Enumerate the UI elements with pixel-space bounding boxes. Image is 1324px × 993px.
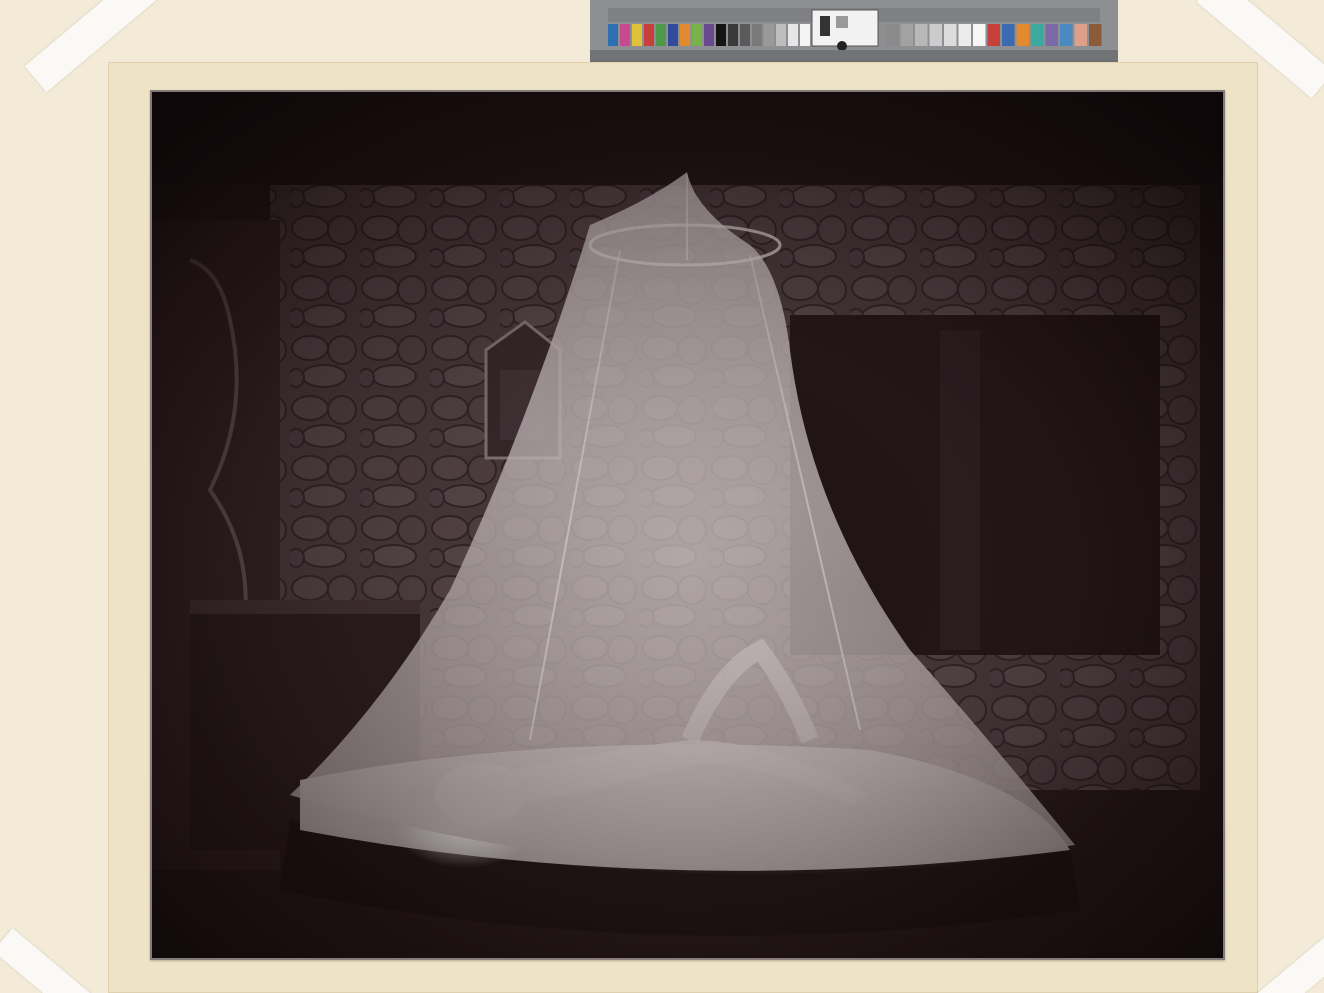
color-swatch <box>1060 24 1073 46</box>
color-swatch <box>973 24 986 46</box>
color-swatch <box>1074 24 1087 46</box>
color-swatch <box>788 24 798 46</box>
color-swatch <box>716 24 726 46</box>
color-swatch <box>886 24 899 46</box>
color-swatch <box>668 24 678 46</box>
color-swatch <box>680 24 690 46</box>
color-swatch <box>656 24 666 46</box>
color-swatch <box>929 24 942 46</box>
color-swatch <box>764 24 774 46</box>
color-swatch <box>704 24 714 46</box>
color-swatch <box>692 24 702 46</box>
color-swatch <box>740 24 750 46</box>
color-swatch <box>1016 24 1029 46</box>
color-calibration-card <box>590 0 1118 62</box>
color-swatch <box>752 24 762 46</box>
color-card-graphic <box>590 0 1118 60</box>
color-swatch <box>608 24 618 46</box>
color-swatch <box>958 24 971 46</box>
color-swatch <box>1089 24 1102 46</box>
color-swatch <box>800 24 810 46</box>
color-swatch <box>728 24 738 46</box>
color-swatch <box>776 24 786 46</box>
color-swatch <box>1002 24 1015 46</box>
photograph-print <box>150 90 1225 960</box>
color-swatch <box>900 24 913 46</box>
color-swatch <box>915 24 928 46</box>
color-swatch <box>1031 24 1044 46</box>
color-swatch <box>632 24 642 46</box>
color-swatch <box>1045 24 1058 46</box>
scan-stage <box>0 0 1324 993</box>
bed-under-net-photo <box>150 90 1225 960</box>
color-swatch <box>644 24 654 46</box>
color-swatch <box>987 24 1000 46</box>
color-swatch <box>620 24 630 46</box>
color-swatch <box>944 24 957 46</box>
